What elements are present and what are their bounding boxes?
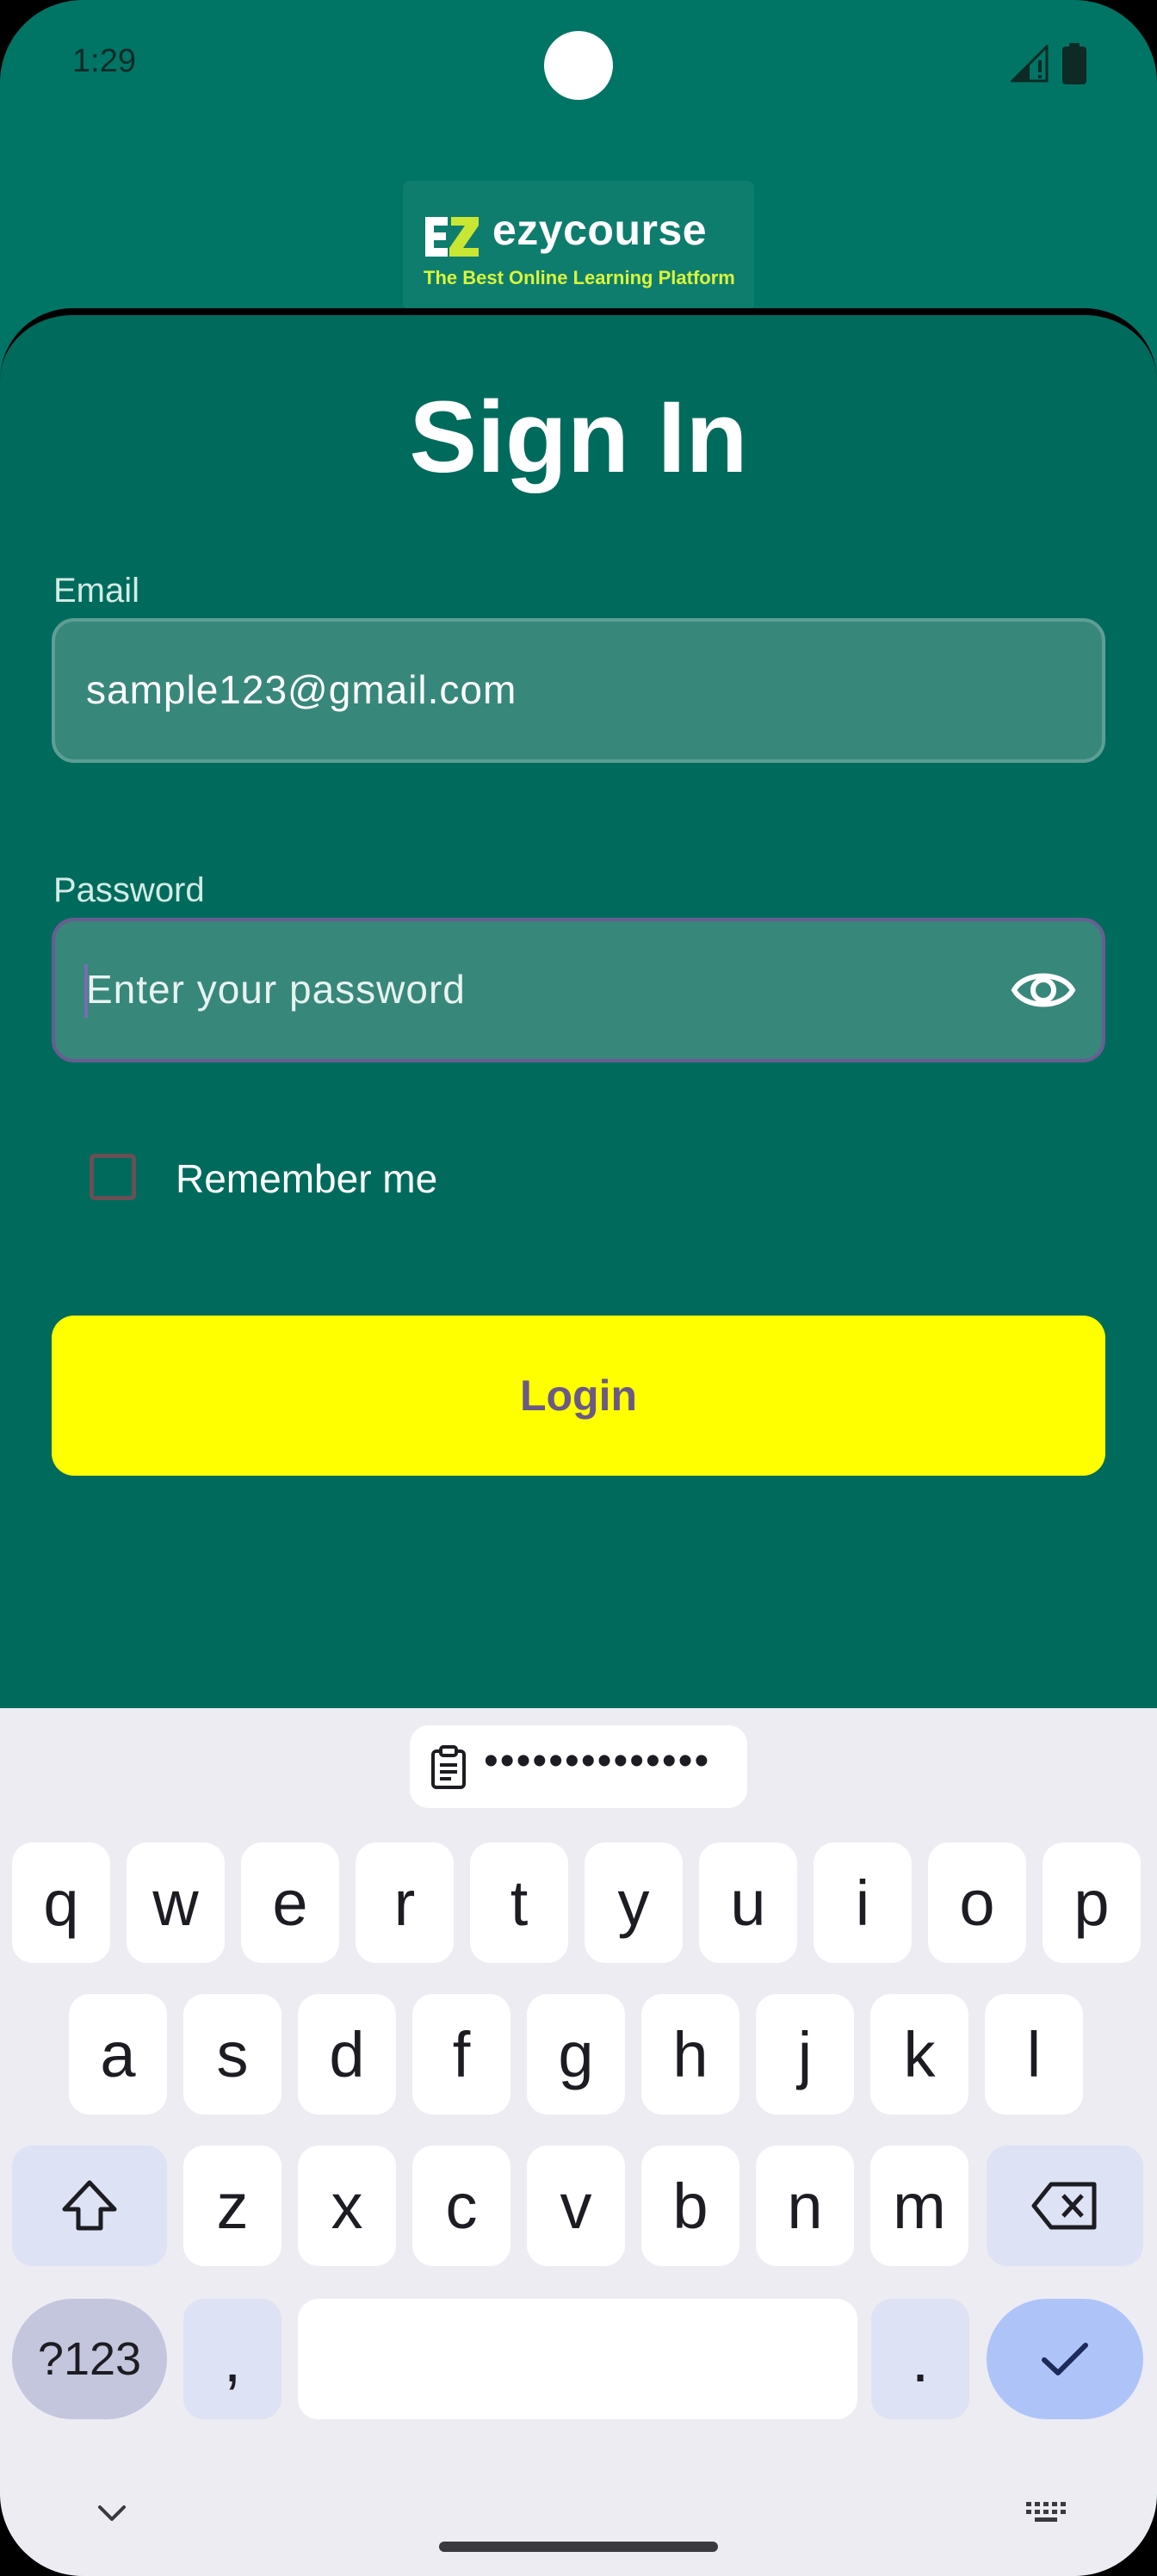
- key-q[interactable]: q: [12, 1842, 110, 1963]
- phone-screen: 1:29 ezycourse The Best Online Learning …: [0, 0, 1157, 2576]
- key-j[interactable]: j: [756, 1994, 854, 2115]
- soft-keyboard: •••••••••••••• q w e r t y u i o p a s d…: [0, 1708, 1157, 2576]
- password-field[interactable]: Enter your password: [52, 918, 1105, 1062]
- key-h[interactable]: h: [641, 1994, 739, 2115]
- backspace-icon: [1031, 2182, 1097, 2230]
- clipboard-icon: [431, 1745, 466, 1789]
- key-i[interactable]: i: [814, 1842, 912, 1963]
- space-key[interactable]: [298, 2299, 857, 2419]
- clipboard-preview: ••••••••••••••: [484, 1738, 711, 1784]
- key-n[interactable]: n: [756, 2146, 854, 2266]
- logo-tagline: The Best Online Learning Platform: [424, 267, 735, 288]
- home-indicator[interactable]: [439, 2542, 718, 2552]
- ezycourse-logo: ezycourse The Best Online Learning Platf…: [403, 181, 754, 310]
- key-p[interactable]: p: [1043, 1842, 1141, 1963]
- battery-icon: [1062, 43, 1086, 84]
- comma-key[interactable]: ,: [183, 2299, 282, 2419]
- key-s[interactable]: s: [183, 1994, 282, 2115]
- remember-me-checkbox[interactable]: [90, 1154, 136, 1200]
- login-button[interactable]: Login: [52, 1316, 1105, 1476]
- signal-icon: [1011, 45, 1049, 83]
- done-key[interactable]: [987, 2299, 1143, 2419]
- page-title: Sign In: [409, 381, 748, 494]
- password-label: Password: [53, 871, 205, 909]
- key-v[interactable]: v: [527, 2146, 625, 2266]
- key-o[interactable]: o: [928, 1842, 1026, 1963]
- key-x[interactable]: x: [298, 2146, 396, 2266]
- key-f[interactable]: f: [412, 1994, 510, 2115]
- eye-icon[interactable]: [1011, 964, 1076, 1016]
- key-r[interactable]: r: [356, 1842, 454, 1963]
- key-c[interactable]: c: [412, 2146, 510, 2266]
- email-field[interactable]: sample123@gmail.com: [52, 618, 1105, 763]
- key-y[interactable]: y: [585, 1842, 683, 1963]
- key-z[interactable]: z: [183, 2146, 282, 2266]
- key-e[interactable]: e: [241, 1842, 339, 1963]
- key-m[interactable]: m: [870, 2146, 968, 2266]
- key-k[interactable]: k: [870, 1994, 968, 2115]
- period-key[interactable]: .: [871, 2299, 969, 2419]
- password-placeholder: Enter your password: [86, 967, 466, 1012]
- status-bar: 1:29: [0, 0, 1157, 129]
- key-t[interactable]: t: [470, 1842, 568, 1963]
- key-l[interactable]: l: [985, 1994, 1083, 2115]
- checkmark-icon: [1042, 2343, 1088, 2375]
- shift-key[interactable]: [12, 2146, 167, 2266]
- keyboard-switch-icon[interactable]: [1023, 2499, 1071, 2526]
- symbols-key[interactable]: ?123: [12, 2299, 167, 2419]
- status-time: 1:29: [72, 43, 136, 79]
- key-w[interactable]: w: [127, 1842, 225, 1963]
- email-value: sample123@gmail.com: [86, 667, 517, 712]
- backspace-key[interactable]: [987, 2146, 1143, 2266]
- logo-name: ezycourse: [492, 206, 708, 254]
- camera-cutout: [544, 31, 613, 100]
- key-a[interactable]: a: [69, 1994, 167, 2115]
- shift-icon: [62, 2180, 117, 2231]
- remember-me-label[interactable]: Remember me: [176, 1155, 437, 1202]
- email-label: Email: [53, 572, 140, 610]
- key-u[interactable]: u: [699, 1842, 797, 1963]
- chevron-down-icon[interactable]: [91, 2500, 133, 2526]
- key-b[interactable]: b: [641, 2146, 739, 2266]
- ez-logo-icon: [425, 217, 479, 257]
- key-g[interactable]: g: [527, 1994, 625, 2115]
- clipboard-suggestion[interactable]: ••••••••••••••: [410, 1725, 747, 1808]
- key-d[interactable]: d: [298, 1994, 396, 2115]
